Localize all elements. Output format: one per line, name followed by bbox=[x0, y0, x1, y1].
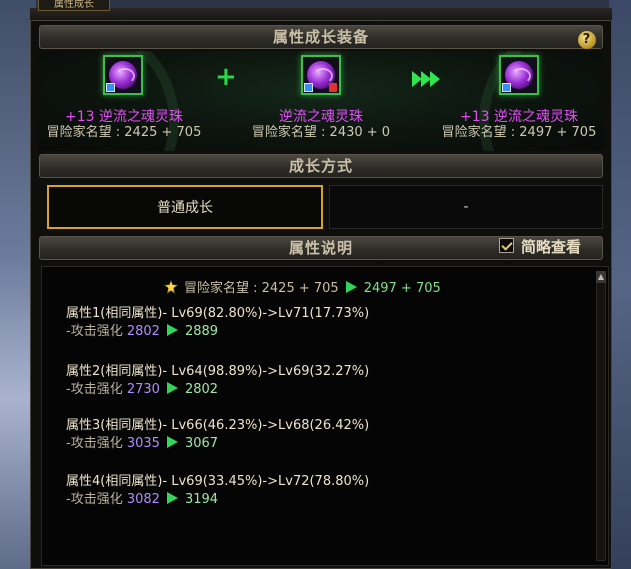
simple-view-label[interactable]: 简略查看 bbox=[521, 236, 581, 257]
attribute-title: 属性2(相同属性)- Lv64(98.89%)->Lv69(32.27%) bbox=[66, 364, 370, 379]
item-slot-result[interactable] bbox=[499, 55, 539, 95]
growth-method-header: 成长方式 bbox=[39, 154, 603, 178]
attribute-description-title: 属性说明 bbox=[288, 239, 353, 257]
item-enhance-level: +13 bbox=[460, 109, 490, 125]
growth-method-title: 成长方式 bbox=[288, 157, 353, 175]
attribute-description-header: 属性说明 bbox=[39, 236, 603, 260]
item-name: 逆流之魂灵珠 bbox=[279, 109, 363, 125]
bound-badge-icon bbox=[106, 83, 115, 92]
help-icon[interactable]: ? bbox=[578, 31, 596, 49]
item-name: 逆流之魂灵珠 bbox=[99, 109, 183, 125]
attribute-stat-label: -攻击强化 bbox=[66, 382, 123, 397]
scrollbar[interactable] bbox=[596, 271, 606, 561]
attribute-entry-4: 属性4(相同属性)- Lv69(33.45%)->Lv72(78.80%) -攻… bbox=[66, 473, 369, 509]
attribute-old-value: 3035 bbox=[126, 436, 160, 451]
attribute-growth-window: 属性成长装备 ? + +13 逆流之魂灵珠 冒险家名望 : 2425 + 705… bbox=[30, 20, 612, 569]
item-fame: 冒险家名望 : 2425 + 705 bbox=[46, 125, 202, 140]
equipment-section-header: 属性成长装备 ? bbox=[39, 25, 603, 49]
item-enhance-level: +13 bbox=[65, 109, 95, 125]
attribute-new-value: 3067 bbox=[184, 436, 219, 451]
fame-after: 2497 + 705 bbox=[363, 281, 441, 296]
plus-icon: + bbox=[215, 62, 237, 92]
attribute-title: 属性4(相同属性)- Lv69(33.45%)->Lv72(78.80%) bbox=[66, 474, 370, 489]
arrow-right-icon bbox=[166, 324, 178, 336]
bound-badge-icon bbox=[502, 83, 511, 92]
arrow-right-icon bbox=[166, 492, 178, 504]
attribute-old-value: 3082 bbox=[126, 492, 160, 507]
simple-view-checkbox[interactable] bbox=[499, 238, 514, 253]
attribute-stat-label: -攻击强化 bbox=[66, 492, 123, 507]
fame-before: 冒险家名望 : 2425 + 705 bbox=[184, 281, 339, 296]
alternate-growth-button[interactable]: - bbox=[329, 185, 603, 229]
background-scene-right bbox=[609, 0, 631, 569]
bound-badge-icon bbox=[304, 83, 313, 92]
item-name: 逆流之魂灵珠 bbox=[494, 109, 578, 125]
attribute-entry-1: 属性1(相同属性)- Lv69(82.80%)->Lv71(17.73%) -攻… bbox=[66, 305, 369, 341]
growth-method-options: 普通成长 - bbox=[39, 182, 603, 232]
equipment-area: + +13 逆流之魂灵珠 冒险家名望 : 2425 + 705 逆流之魂灵珠 冒… bbox=[39, 51, 603, 151]
attribute-description-panel: ▲ 冒险家名望 : 2425 + 705 2497 + 705 属性1(相同属性)… bbox=[41, 266, 609, 566]
attribute-title: 属性3(相同属性)- Lv66(46.23%)->Lv68(26.42%) bbox=[66, 418, 370, 433]
item-slot-material[interactable] bbox=[301, 55, 341, 95]
window-tab[interactable]: 属性成长 bbox=[38, 0, 110, 11]
fame-summary: 冒险家名望 : 2425 + 705 2497 + 705 bbox=[164, 277, 441, 296]
attribute-title: 属性1(相同属性)- Lv69(82.80%)->Lv71(17.73%) bbox=[66, 306, 370, 321]
item-caption-material: 逆流之魂灵珠 冒险家名望 : 2430 + 0 bbox=[226, 109, 416, 141]
arrow-right-icon bbox=[166, 382, 178, 394]
triple-arrow-icon bbox=[412, 71, 440, 91]
attribute-old-value: 2730 bbox=[126, 382, 160, 397]
item-caption-result: +13 逆流之魂灵珠 冒险家名望 : 2497 + 705 bbox=[424, 109, 603, 141]
attribute-stat-label: -攻击强化 bbox=[66, 436, 123, 451]
attribute-entry-2: 属性2(相同属性)- Lv64(98.89%)->Lv69(32.27%) -攻… bbox=[66, 363, 369, 399]
item-fame: 冒险家名望 : 2497 + 705 bbox=[441, 125, 597, 140]
scroll-up-icon[interactable]: ▲ bbox=[596, 271, 606, 283]
attribute-new-value: 2802 bbox=[184, 382, 219, 397]
attribute-new-value: 2889 bbox=[184, 324, 219, 339]
arrow-right-icon bbox=[166, 436, 178, 448]
attribute-new-value: 3194 bbox=[184, 492, 219, 507]
item-slot-source[interactable] bbox=[103, 55, 143, 95]
item-caption-source: +13 逆流之魂灵珠 冒险家名望 : 2425 + 705 bbox=[39, 109, 219, 141]
attribute-old-value: 2802 bbox=[126, 324, 160, 339]
equipment-section-title: 属性成长装备 bbox=[272, 28, 369, 46]
attribute-stat-label: -攻击强化 bbox=[66, 324, 123, 339]
item-fame: 冒险家名望 : 2430 + 0 bbox=[251, 125, 391, 140]
lock-icon bbox=[329, 83, 337, 92]
arrow-right-icon bbox=[345, 281, 357, 293]
fame-emblem-icon bbox=[164, 280, 178, 294]
normal-growth-button[interactable]: 普通成长 bbox=[47, 185, 323, 229]
attribute-entry-3: 属性3(相同属性)- Lv66(46.23%)->Lv68(26.42%) -攻… bbox=[66, 417, 369, 453]
